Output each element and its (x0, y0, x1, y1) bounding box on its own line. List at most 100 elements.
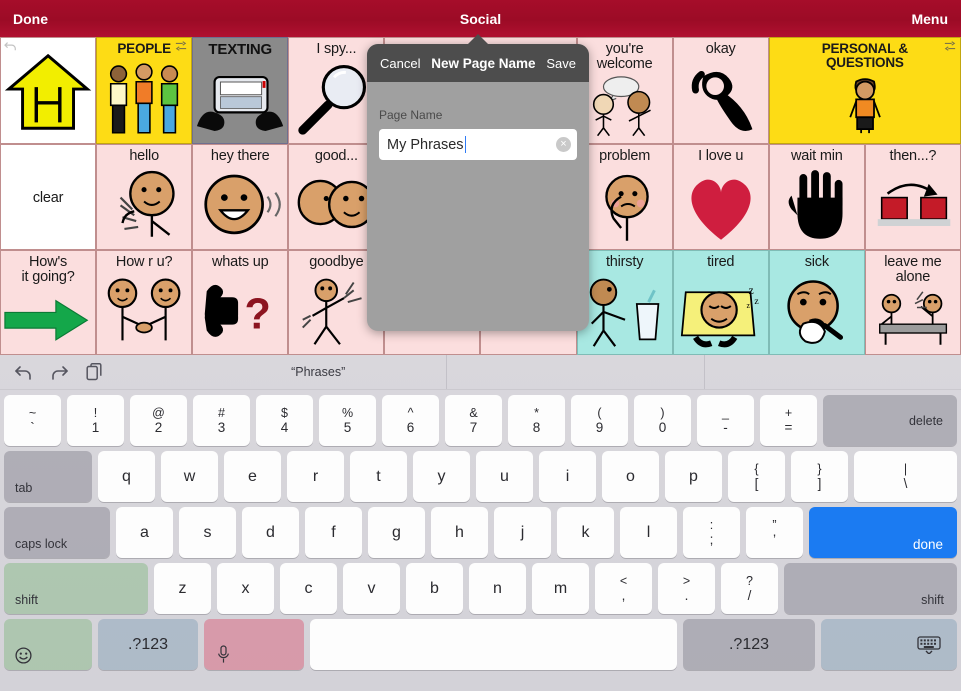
board-cell-hows-it-going[interactable]: How's it going? (0, 250, 97, 355)
key-caps-lock[interactable]: caps lock (4, 507, 110, 558)
keyboard-dismiss-icon (917, 635, 941, 654)
board-cell-thirsty[interactable]: thirsty (576, 250, 673, 355)
key-3[interactable]: # 3 (193, 395, 250, 446)
board-cell-i-love-u[interactable]: I love u (672, 144, 769, 250)
key-tilde[interactable]: ~ ` (4, 395, 61, 446)
key-done[interactable]: done (809, 507, 957, 558)
board-cell-leave-me-alone[interactable]: leave me alone (864, 250, 961, 355)
key-o[interactable]: o (602, 451, 659, 502)
redo-icon[interactable] (50, 364, 69, 381)
key-lower: 5 (343, 419, 352, 435)
key-slash[interactable]: ? / (721, 563, 778, 614)
key-1[interactable]: ! 1 (67, 395, 124, 446)
key-period[interactable]: > . (658, 563, 715, 614)
key-t[interactable]: t (350, 451, 407, 502)
board-cell-whats-up[interactable]: whats up ? (192, 250, 289, 355)
suggestion-item-1[interactable]: “Phrases” (190, 355, 448, 389)
key-a[interactable]: a (116, 507, 173, 558)
key-i[interactable]: i (539, 451, 596, 502)
board-cell-problem[interactable]: problem (576, 144, 673, 250)
key-space[interactable] (310, 619, 677, 670)
paste-icon[interactable] (86, 363, 103, 381)
key-microphone[interactable] (204, 619, 304, 670)
suggestion-item-3[interactable] (705, 355, 961, 389)
key-r[interactable]: r (287, 451, 344, 502)
key-equals[interactable]: + = (760, 395, 817, 446)
key-tab[interactable]: tab (4, 451, 92, 502)
page-name-input[interactable]: My Phrases × (379, 129, 577, 160)
board-cell-sick[interactable]: sick (768, 250, 865, 355)
key-u[interactable]: u (476, 451, 533, 502)
board-cell-personal-questions[interactable]: PERSONAL & QUESTIONS (768, 37, 961, 144)
key-j[interactable]: j (494, 507, 551, 558)
key-minus[interactable]: _ - (697, 395, 754, 446)
key-q[interactable]: q (98, 451, 155, 502)
key-v[interactable]: v (343, 563, 400, 614)
board-cell-home[interactable] (0, 37, 97, 144)
board-cell-youre-welcome[interactable]: you're welcome (576, 37, 673, 144)
key-g[interactable]: g (368, 507, 425, 558)
key-0[interactable]: ) 0 (634, 395, 691, 446)
board-cell-tired[interactable]: tired z z z (672, 250, 769, 355)
board-cell-people[interactable]: PEOPLE (96, 37, 193, 144)
key-7[interactable]: & 7 (445, 395, 502, 446)
key-upper: { (754, 462, 759, 476)
keyboard-row-space: .?123 .?123 (0, 619, 961, 670)
done-button[interactable]: Done (13, 11, 48, 27)
clear-text-icon[interactable]: × (556, 137, 571, 152)
key-2[interactable]: @ 2 (130, 395, 187, 446)
key-emoji[interactable] (4, 619, 92, 670)
key-lower: ` (30, 419, 35, 435)
key-s[interactable]: s (179, 507, 236, 558)
key-numbers-right[interactable]: .?123 (683, 619, 815, 670)
key-h[interactable]: h (431, 507, 488, 558)
key-p[interactable]: p (665, 451, 722, 502)
key-w[interactable]: w (161, 451, 218, 502)
key-c[interactable]: c (280, 563, 337, 614)
key-y[interactable]: y (413, 451, 470, 502)
key-d[interactable]: d (242, 507, 299, 558)
board-cell-wait-min[interactable]: wait min (768, 144, 865, 250)
board-cell-okay[interactable]: okay (672, 37, 769, 144)
key-m[interactable]: m (532, 563, 589, 614)
board-cell-hey-there[interactable]: hey there (192, 144, 289, 250)
dialog-cancel-button[interactable]: Cancel (380, 56, 420, 71)
key-4[interactable]: $ 4 (256, 395, 313, 446)
key-z[interactable]: z (154, 563, 211, 614)
suggestion-item-2[interactable] (447, 355, 705, 389)
key-f[interactable]: f (305, 507, 362, 558)
key-lower: , (621, 587, 626, 603)
cell-label: How's it going? (21, 254, 75, 286)
board-cell-texting[interactable]: TEXTING (192, 37, 289, 144)
dialog-save-button[interactable]: Save (546, 56, 576, 71)
key-e[interactable]: e (224, 451, 281, 502)
board-cell-how-r-u[interactable]: How r u? (96, 250, 193, 355)
key-comma[interactable]: < , (595, 563, 652, 614)
key-6[interactable]: ^ 6 (382, 395, 439, 446)
key-dismiss-keyboard[interactable] (821, 619, 957, 670)
key-backslash[interactable]: | \ (854, 451, 957, 502)
key-bracket-right[interactable]: } ] (791, 451, 848, 502)
key-9[interactable]: ( 9 (571, 395, 628, 446)
key-numbers-left[interactable]: .?123 (98, 619, 198, 670)
key-delete[interactable]: delete (823, 395, 957, 446)
key-n[interactable]: n (469, 563, 526, 614)
key-k[interactable]: k (557, 507, 614, 558)
key-5[interactable]: % 5 (319, 395, 376, 446)
key-l[interactable]: l (620, 507, 677, 558)
key-quote[interactable]: ” ’ (746, 507, 803, 558)
menu-button[interactable]: Menu (911, 11, 948, 27)
cell-label: hey there (210, 148, 270, 164)
board-cell-clear[interactable]: clear (0, 144, 97, 250)
key-bracket-left[interactable]: { [ (728, 451, 785, 502)
board-cell-hello[interactable]: hello (96, 144, 193, 250)
key-semicolon[interactable]: : ; (683, 507, 740, 558)
key-8[interactable]: * 8 (508, 395, 565, 446)
key-x[interactable]: x (217, 563, 274, 614)
board-cell-then[interactable]: then...? (864, 144, 961, 250)
key-shift-left[interactable]: shift (4, 563, 148, 614)
key-shift-right[interactable]: shift (784, 563, 957, 614)
key-upper: @ (152, 406, 165, 420)
key-b[interactable]: b (406, 563, 463, 614)
undo-icon[interactable] (14, 364, 33, 381)
